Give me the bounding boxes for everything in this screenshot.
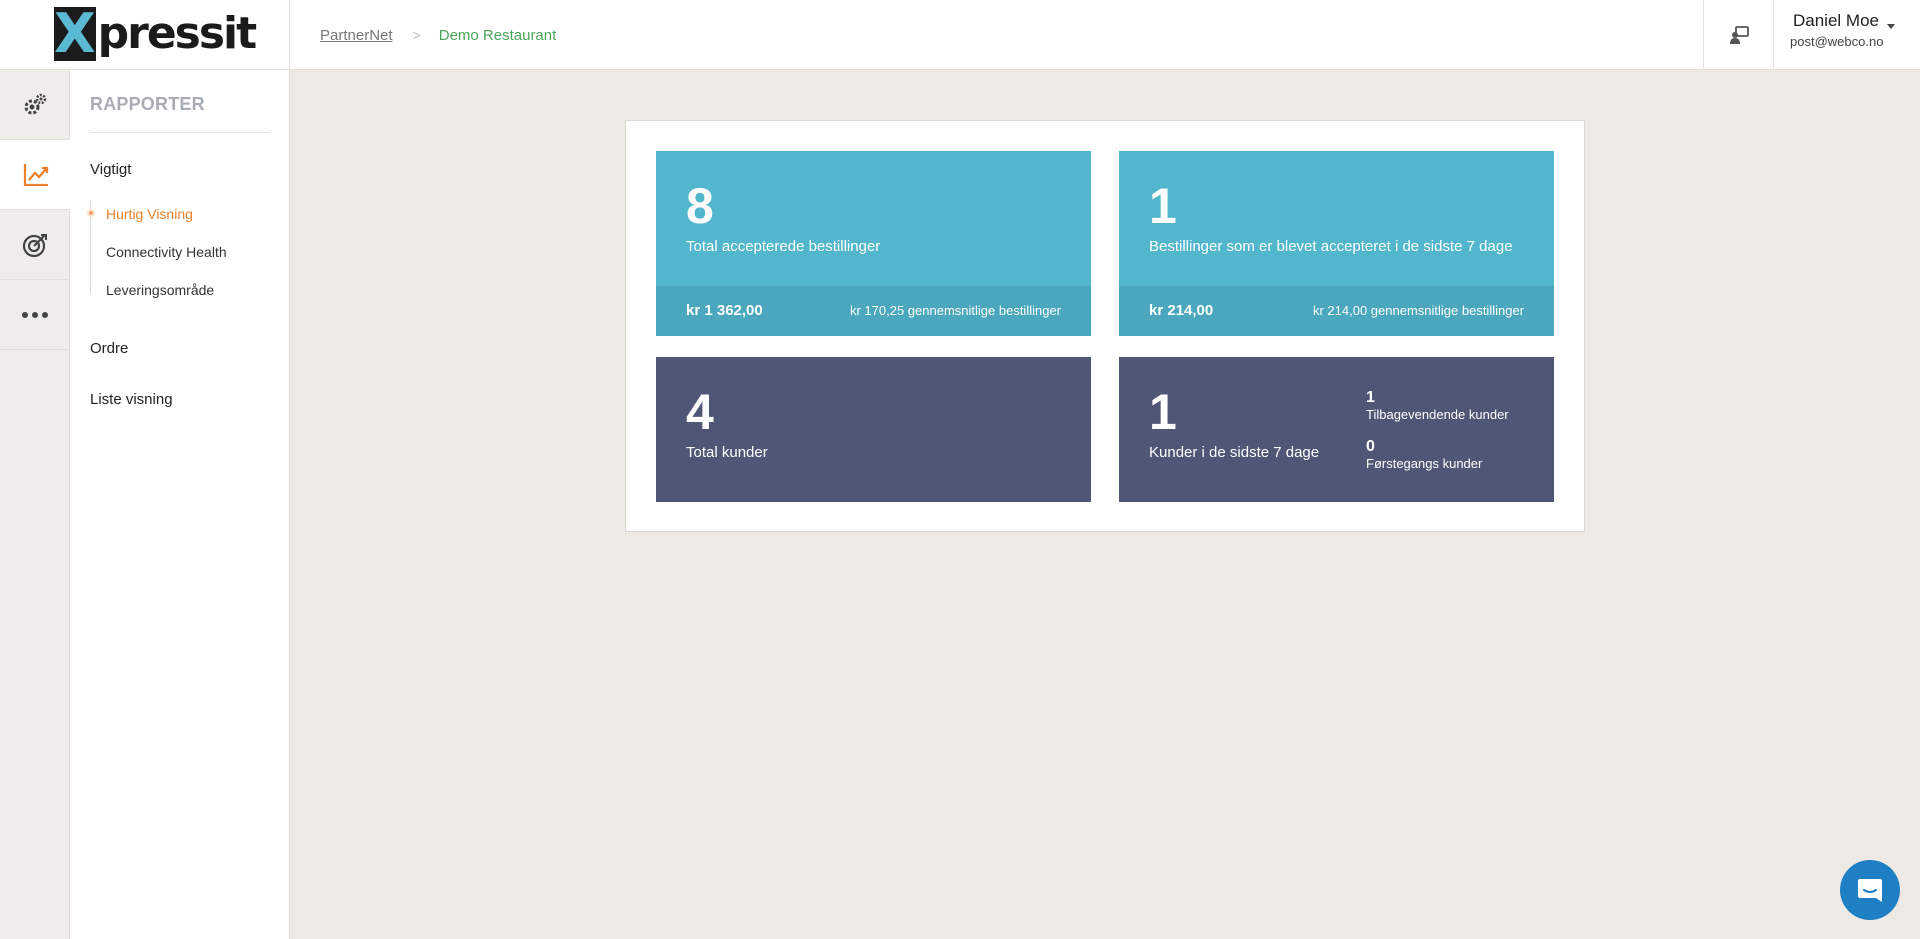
subnav-item-delivery-area[interactable]: Leveringsområde (106, 282, 214, 298)
total-orders-footer: kr 1 362,00 kr 170,25 gennemsnitlige bes… (656, 286, 1091, 336)
total-customers-value: 4 (686, 384, 714, 440)
top-header: X pressit PartnerNet > Demo Restaurant D… (0, 0, 1920, 70)
gears-icon (24, 93, 47, 114)
subnav-section-list-view[interactable]: Liste visning (90, 391, 173, 408)
rail-item-settings[interactable] (0, 70, 70, 140)
logo-text: pressit (97, 8, 258, 59)
logo-area: X pressit (0, 0, 290, 70)
breadcrumb-root-link[interactable]: PartnerNet (320, 27, 393, 44)
reports-subnav: RAPPORTER Vigtigt Hurtig Visning Connect… (70, 70, 290, 939)
first-time-customers-label: Førstegangs kunder (1366, 456, 1483, 471)
subnav-item-quick-view[interactable]: Hurtig Visning (106, 206, 193, 222)
chart-line-icon (23, 163, 48, 186)
subnav-item-connectivity-health[interactable]: Connectivity Health (106, 244, 227, 260)
recent-orders-value: 1 (1149, 178, 1177, 234)
subnav-tree: Hurtig Visning Connectivity Health Lever… (90, 200, 270, 298)
breadcrumb-separator-icon: > (412, 27, 421, 43)
subnav-title: RAPPORTER (90, 94, 205, 114)
recent-orders-amount: kr 214,00 (1149, 302, 1214, 319)
target-icon (22, 233, 47, 257)
subnav-divider (90, 132, 270, 133)
rail-item-reports[interactable] (0, 140, 71, 210)
recent-orders-label: Bestillinger som er blevet accepteret i … (1149, 238, 1513, 255)
active-indicator-icon (87, 209, 95, 217)
breadcrumb-current: Demo Restaurant (438, 26, 557, 44)
user-name: Daniel Moe (1793, 11, 1879, 30)
chevron-down-icon (1887, 24, 1895, 29)
total-orders-value: 8 (686, 178, 714, 234)
subnav-section-orders[interactable]: Ordre (90, 340, 128, 357)
card-total-orders: 8 Total accepterede bestillinger kr 1 36… (656, 151, 1091, 336)
user-menu[interactable]: Daniel Moe post@webco.no (1775, 0, 1920, 70)
first-time-customers-stat: 0 Førstegangs kunder (1366, 438, 1482, 471)
card-total-customers: 4 Total kunder (656, 357, 1091, 502)
more-dots-icon (22, 311, 48, 318)
rail-item-marketing[interactable] (0, 210, 70, 280)
subnav-section-important[interactable]: Vigtigt (90, 161, 131, 178)
quick-view-panel: 8 Total accepterede bestillinger kr 1 36… (625, 120, 1585, 532)
logo-mark: X (54, 2, 96, 65)
recent-customers-value: 1 (1149, 384, 1177, 440)
first-time-customers-value: 0 (1366, 438, 1375, 455)
returning-customers-label: Tilbagevendende kunder (1366, 407, 1509, 422)
card-recent-customers: 1 Kunder i de sidste 7 dage 1 Tilbageven… (1119, 357, 1554, 502)
chat-bubble-icon (1858, 879, 1882, 902)
recent-orders-average: kr 214,00 gennemsnitlige bestillinger (1312, 303, 1524, 318)
user-email: post@webco.no (1790, 34, 1884, 49)
breadcrumb: PartnerNet > Demo Restaurant (320, 0, 556, 70)
recent-customers-label: Kunder i de sidste 7 dage (1149, 444, 1320, 461)
xpressit-logo[interactable]: X pressit (54, 2, 257, 65)
chat-launcher-button[interactable] (1840, 860, 1900, 920)
icon-rail (0, 70, 71, 939)
total-customers-label: Total kunder (686, 444, 768, 461)
total-orders-average: kr 170,25 gennemsnitlige bestillinger (849, 303, 1061, 318)
user-switch-icon (1729, 26, 1749, 44)
total-orders-amount: kr 1 362,00 (686, 302, 763, 319)
returning-customers-stat: 1 Tilbagevendende kunder (1366, 389, 1509, 422)
recent-orders-footer: kr 214,00 kr 214,00 gennemsnitlige besti… (1119, 286, 1554, 336)
rail-item-more[interactable] (0, 280, 70, 350)
returning-customers-value: 1 (1366, 389, 1375, 406)
switch-account-button[interactable] (1703, 0, 1774, 70)
card-recent-orders: 1 Bestillinger som er blevet accepteret … (1119, 151, 1554, 336)
total-orders-label: Total accepterede bestillinger (686, 238, 881, 255)
